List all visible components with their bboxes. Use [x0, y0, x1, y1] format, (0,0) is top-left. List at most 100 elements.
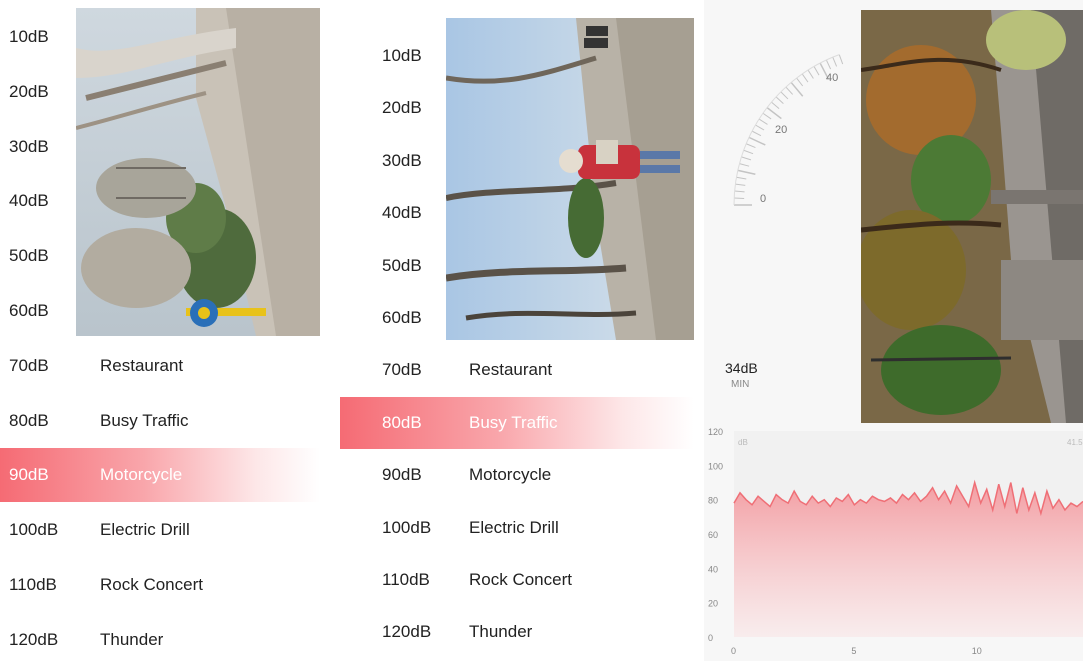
noise-level-example: Rock Concert	[469, 570, 572, 589]
chart-unit-label: dB	[738, 438, 748, 447]
noise-level-db: 40dB	[9, 191, 49, 211]
gauge-tick	[766, 107, 782, 120]
noise-level-row[interactable]: 120dB Thunder	[340, 606, 700, 658]
noise-level-db: 120dB	[382, 622, 432, 642]
noise-level-row[interactable]: 100dB Electric Drill	[0, 503, 330, 557]
y-axis-tick-label: 80	[708, 496, 718, 506]
noise-level-row[interactable]: 100dB Electric Drill	[340, 502, 700, 554]
noise-level-row[interactable]: 10dB	[0, 10, 330, 64]
y-axis-tick-label: 60	[708, 530, 718, 540]
noise-level-example: Busy Traffic	[469, 412, 558, 432]
gauge-tick	[755, 124, 765, 131]
noise-level-screen-middle: 10dB 20dB 30dB 40dB 50dB 60dB 70dB Restaurant 80…	[340, 0, 700, 661]
noise-level-row[interactable]: 60dB	[0, 284, 330, 338]
gauge-tick	[785, 86, 794, 95]
noise-level-db: 30dB	[382, 150, 422, 170]
noise-level-row[interactable]: 90dB Motorcycle	[0, 448, 320, 503]
chart-corner-value: 41.5	[1067, 438, 1083, 447]
gauge-tick	[739, 163, 750, 167]
noise-level-example: Motorcycle	[469, 465, 552, 485]
gauge-tick	[751, 130, 762, 137]
gauge-tick	[838, 54, 844, 65]
noise-level-db: 90dB	[9, 465, 49, 485]
gauge-tick	[796, 77, 804, 87]
decibel-gauge	[733, 54, 844, 206]
gauge-tick	[745, 143, 756, 149]
noise-level-db: 100dB	[9, 520, 59, 540]
noise-level-db: 110dB	[9, 575, 57, 594]
noise-level-row[interactable]: 70dB Restaurant	[340, 344, 700, 396]
noise-level-row[interactable]: 50dB	[340, 240, 700, 292]
noise-level-row[interactable]: 80dB Busy Traffic	[340, 396, 694, 449]
noise-level-row[interactable]: 110dB Rock Concert	[0, 558, 330, 612]
gauge-tick	[771, 101, 780, 109]
noise-level-screen-left: 10dB 20dB 30dB 40dB 50dB 60dB 70dB Restaurant 80…	[0, 0, 330, 661]
y-axis-tick-label: 120	[708, 427, 723, 437]
noise-level-row[interactable]: 10dB	[340, 30, 700, 82]
noise-level-row[interactable]: 60dB	[340, 292, 700, 344]
scene-photo-park-walkway	[861, 10, 1083, 423]
photo-graphic	[861, 10, 1083, 423]
gauge-tick	[741, 156, 752, 161]
noise-level-example: Restaurant	[100, 355, 184, 375]
noise-level-db: 110dB	[382, 570, 430, 589]
noise-level-db: 70dB	[9, 355, 49, 375]
noise-level-row[interactable]: 110dB Rock Concert	[340, 554, 700, 606]
noise-level-db: 50dB	[9, 246, 49, 266]
noise-level-db: 10dB	[382, 46, 422, 65]
decibel-history-chart: 120 100 80 60 40 20 0 0 5 10 dB 41.5	[708, 427, 1083, 656]
noise-level-db: 30dB	[9, 136, 49, 156]
noise-level-db: 120dB	[9, 629, 59, 649]
gauge-tick	[775, 96, 784, 105]
gauge-tick	[807, 69, 814, 79]
y-axis-tick-label: 0	[708, 633, 713, 643]
gauge-tick-label: 0	[760, 193, 767, 205]
y-axis-tick-label: 100	[708, 461, 723, 471]
x-axis-tick-label: 10	[972, 646, 982, 656]
noise-level-row[interactable]: 120dB Thunder	[0, 613, 330, 661]
noise-level-row[interactable]: 70dB Restaurant	[0, 339, 330, 393]
x-axis-tick-label: 0	[731, 646, 736, 656]
gauge-tick	[832, 56, 838, 67]
noise-level-row[interactable]: 20dB	[0, 65, 330, 119]
noise-level-example: Electric Drill	[100, 520, 190, 540]
noise-level-row[interactable]: 90dB Motorcycle	[340, 449, 700, 501]
noise-level-row[interactable]: 30dB	[340, 135, 700, 187]
noise-level-example: Rock Concert	[100, 575, 203, 594]
gauge-tick-label: 40	[826, 72, 839, 84]
x-axis-tick-label: 5	[851, 646, 856, 656]
gauge-tick	[736, 176, 747, 180]
gauge-tick	[735, 183, 746, 186]
min-value: 34dB	[725, 360, 758, 376]
noise-level-example: Electric Drill	[469, 517, 559, 537]
noise-level-row[interactable]: 80dB Busy Traffic	[0, 394, 330, 448]
gauge-tick	[758, 118, 768, 125]
noise-level-example: Thunder	[469, 622, 533, 642]
gauge-tick	[748, 136, 766, 146]
gauge-tick	[813, 66, 820, 76]
noise-level-row[interactable]: 20dB	[340, 82, 700, 134]
noise-level-row[interactable]: 40dB	[340, 187, 700, 239]
noise-level-db: 80dB	[9, 410, 49, 430]
gauge-tick	[780, 91, 789, 100]
noise-level-example: Thunder	[100, 629, 164, 649]
noise-level-db: 50dB	[382, 255, 422, 275]
noise-level-db: 60dB	[9, 301, 49, 320]
noise-level-row[interactable]: 30dB	[0, 120, 330, 174]
noise-level-db: 40dB	[382, 203, 422, 223]
noise-level-row[interactable]: 50dB	[0, 229, 330, 283]
noise-level-db: 100dB	[382, 517, 432, 537]
sound-meter-screen: 40 20 0 34dB MIN 120 100 80 60 40 20 0 0 5 10 dB 41…	[704, 0, 1083, 661]
gauge-tick	[734, 190, 745, 193]
noise-level-db: 90dB	[382, 465, 422, 485]
gauge-tick	[743, 149, 754, 155]
noise-level-db: 20dB	[9, 81, 49, 101]
noise-level-db: 80dB	[382, 412, 422, 432]
noise-level-row[interactable]: 40dB	[0, 174, 330, 228]
noise-level-db: 60dB	[382, 308, 422, 327]
noise-level-db: 70dB	[382, 360, 422, 380]
noise-level-example: Restaurant	[469, 360, 553, 380]
y-axis-tick-label: 40	[708, 564, 718, 574]
gauge-tick	[762, 112, 772, 120]
noise-level-db: 20dB	[382, 98, 422, 118]
